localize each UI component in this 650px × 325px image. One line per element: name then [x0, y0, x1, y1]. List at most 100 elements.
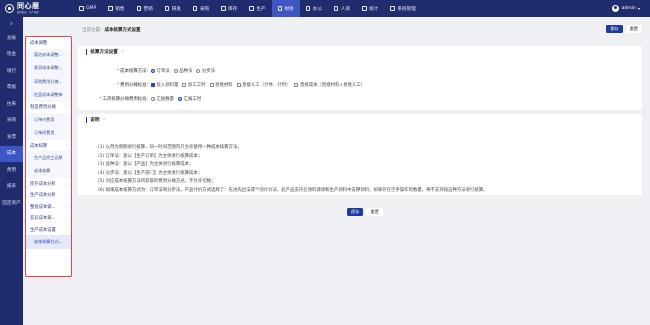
check-mark[interactable]	[236, 83, 241, 87]
nav-item[interactable]: 营销	[131, 0, 159, 17]
nav-icon	[362, 6, 367, 11]
submenu-group[interactable]: 成本调整 ^	[26, 37, 71, 49]
chevron-icon: ⌄	[65, 216, 68, 221]
radio-mark[interactable]	[151, 97, 155, 101]
chevron-icon: ^	[65, 227, 68, 232]
radio-option[interactable]: 品种法	[173, 68, 192, 74]
chevron-up-icon[interactable]: ^	[121, 50, 124, 54]
submenu-item[interactable]: 差异成本调整...	[26, 61, 71, 76]
nav-item[interactable]: 统计	[356, 0, 384, 17]
chevron-up-icon[interactable]: ^	[103, 118, 106, 122]
header-reset-button[interactable]: 重置	[625, 25, 642, 33]
check-mark[interactable]	[294, 83, 299, 87]
notes-list: (1) 以月为周期进行核算，同一时间范围内只允许使用一种成本核算方法； (2) 订…	[98, 144, 488, 196]
hours-basis-options: 汇报数量 汇报工时	[151, 96, 205, 102]
submenu-item[interactable]: 成本核算	[26, 164, 71, 178]
nav-item[interactable]: 财务	[271, 0, 300, 17]
submenu-item[interactable]: 订单内费用	[26, 113, 71, 127]
submenu-group[interactable]: 生产成本设置 ^	[26, 224, 71, 236]
nav-item[interactable]: 采购	[187, 0, 215, 17]
submenu-group[interactable]: 整批成本调... ⌄	[26, 201, 71, 213]
avatar[interactable]	[611, 5, 619, 12]
submenu-item[interactable]: 成本核算方式...	[26, 235, 71, 249]
module-item[interactable]: 固定资产	[0, 195, 23, 212]
radio-mark[interactable]	[196, 69, 201, 73]
settings-section-header[interactable]: 核算方法设置 ^	[78, 46, 642, 58]
chevron-down-icon[interactable]: ▾	[638, 6, 640, 11]
footer-reset-button[interactable]: 重置	[366, 208, 383, 216]
nav-item-label: 系统管理	[397, 6, 416, 12]
radio-label: 汇报数量	[156, 97, 175, 102]
module-item[interactable]: 成本	[0, 145, 23, 162]
submenu-item[interactable]: 暂估成本调整...	[26, 48, 71, 62]
user-menu[interactable]: admin ▾	[611, 5, 650, 12]
submenu-item[interactable]: 订单间费用	[26, 126, 71, 140]
header-save-button[interactable]: 保存	[606, 25, 623, 33]
app-logo[interactable]: 同心雁 数智制造 · 生产管理	[0, 0, 60, 17]
check-mark[interactable]	[151, 83, 155, 87]
radio-option[interactable]: 订单法	[151, 68, 170, 74]
check-option[interactable]: 直接人工（计件、计时）	[236, 82, 290, 88]
breadcrumb: 当前位置: 成本核算方式设置 保存 重置	[74, 23, 650, 37]
nav-icon	[305, 6, 311, 11]
section-marker	[86, 117, 88, 123]
module-item[interactable]: 费用	[0, 162, 23, 179]
notes-section-header[interactable]: 说明 ^	[78, 114, 642, 126]
footer-save-button[interactable]: 保存	[347, 208, 364, 216]
header-actions: 保存 重置	[603, 25, 642, 33]
nav-item[interactable]: 系统管理	[384, 0, 421, 17]
check-option[interactable]: 投入领料量	[151, 82, 178, 88]
submenu-group[interactable]: 差异成本调... ⌄	[26, 212, 71, 224]
page-title: 成本核算方式设置	[104, 28, 141, 33]
nav-item[interactable]: 销售	[102, 0, 130, 17]
module-item[interactable]: 发票	[0, 129, 23, 146]
nav-icon	[136, 6, 141, 11]
radio-label: 分步法	[201, 69, 216, 74]
check-mark[interactable]	[182, 83, 187, 87]
submenu-item[interactable]: 采购费用分摊...	[26, 75, 71, 89]
check-option[interactable]: 直接成本（直接材料+直接人工）	[294, 82, 365, 88]
chevron-icon: ⌄	[65, 193, 68, 198]
nav-icon	[164, 6, 170, 11]
hours-basis-row: *工序核算分摊费用标准: 汇报数量 汇报工时	[78, 96, 205, 102]
note-line: (3) 品种法：基以【产品】为主体进行核算成本；	[98, 162, 194, 168]
submenu-item[interactable]: 生产品完工还原	[26, 151, 71, 165]
check-mark[interactable]	[209, 83, 214, 87]
allocation-label: *费用分摊标准:	[116, 83, 148, 88]
submenu-item[interactable]: 红蓝成本调整单	[26, 88, 71, 102]
submenu-group-label: 生产成本设置	[30, 227, 56, 233]
nav-item-label: 库存	[228, 6, 238, 12]
submenu-group[interactable]: 生产成本分析 ⌄	[26, 189, 71, 201]
module-item[interactable]: 采购	[0, 113, 23, 130]
nav-icon	[333, 6, 339, 11]
nav-item[interactable]: GMP	[73, 0, 102, 17]
user-name[interactable]: admin	[622, 6, 636, 11]
radio-mark[interactable]	[173, 69, 178, 73]
submenu-group[interactable]: 制造费用分摊 ^	[26, 102, 71, 114]
submenu-group[interactable]: 成本核算 ^	[26, 140, 71, 152]
check-label: 直接成本（直接材料+直接人工）	[299, 83, 366, 88]
check-option[interactable]: 直接材料	[209, 82, 233, 88]
radio-option[interactable]: 汇报工时	[178, 96, 201, 102]
submenu-group[interactable]: 库存成本分析 ⌄	[26, 178, 71, 190]
nav-item[interactable]: 生产	[243, 0, 271, 17]
radio-option[interactable]: 分步法	[196, 68, 215, 74]
module-item[interactable]: 报表	[0, 179, 23, 196]
module-item[interactable]: 银行	[0, 63, 23, 80]
nav-icon	[390, 6, 395, 11]
module-item[interactable]: 票据	[0, 80, 23, 97]
nav-item[interactable]: 人资	[328, 0, 356, 17]
nav-item[interactable]: 研发	[159, 0, 187, 17]
module-item[interactable]: 往来	[0, 96, 23, 113]
calc-method-row: *成本核算方法: 订单法 品种法 分步法	[78, 68, 219, 74]
radio-option[interactable]: 汇报数量	[151, 96, 174, 102]
check-option[interactable]: 加工工时	[182, 82, 206, 88]
module-item[interactable]: 总账	[0, 30, 23, 47]
module-item[interactable]: 现金	[0, 47, 23, 64]
nav-item-label: 采购	[199, 6, 210, 12]
search-icon[interactable]: ⌕	[0, 17, 23, 30]
nav-item[interactable]: 办公	[300, 0, 328, 17]
radio-mark[interactable]	[151, 69, 155, 73]
radio-mark[interactable]	[178, 97, 183, 101]
nav-item[interactable]: 库存	[215, 0, 243, 17]
